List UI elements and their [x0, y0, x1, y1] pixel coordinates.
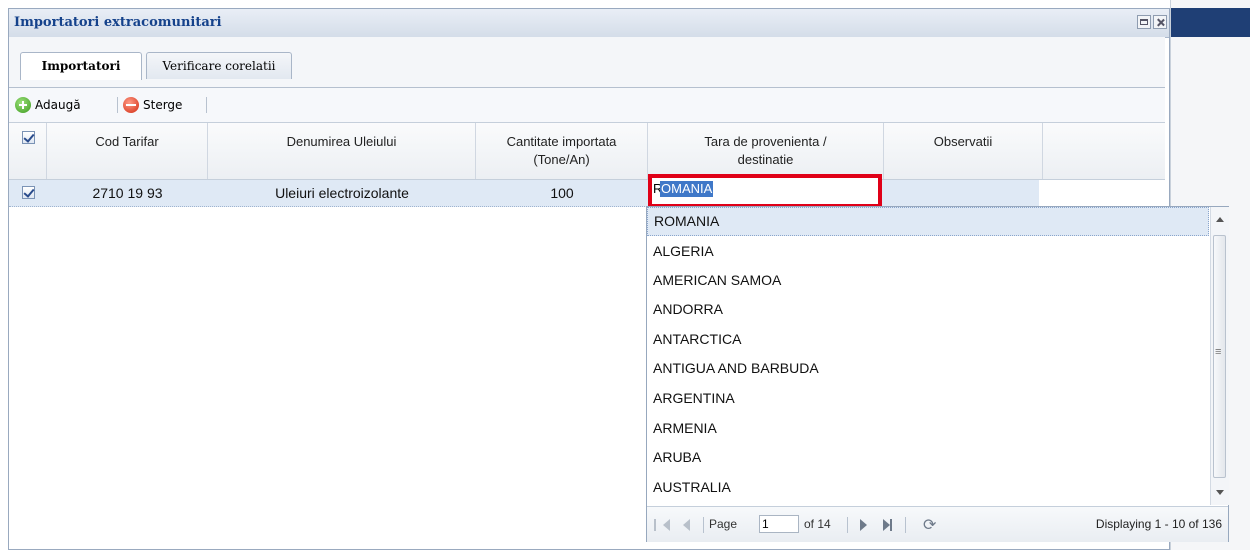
- first-page-icon[interactable]: [654, 519, 670, 531]
- pager-separator: [847, 517, 848, 533]
- delete-button-label: Sterge: [143, 98, 183, 112]
- header-select-all[interactable]: [9, 123, 47, 179]
- list-item[interactable]: ARUBA: [647, 443, 1209, 472]
- tab-strip: Importatori Verificare corelatii: [9, 37, 1165, 88]
- tab-verificare-corelatii[interactable]: Verificare corelatii: [146, 52, 292, 79]
- page-number-input[interactable]: [759, 515, 799, 533]
- last-page-icon[interactable]: [883, 519, 892, 531]
- add-icon: [15, 96, 31, 113]
- row-filler: [1039, 180, 1165, 207]
- cell-cantitate[interactable]: 100: [476, 180, 648, 206]
- list-item[interactable]: ANDORRA: [647, 295, 1209, 324]
- grid-header: Cod Tarifar Denumirea Uleiului Cantitate…: [9, 123, 1165, 180]
- pager-separator: [905, 517, 906, 533]
- cell-cod-tarifar[interactable]: 2710 19 93: [47, 180, 208, 206]
- list-item[interactable]: ARGENTINA: [647, 384, 1209, 413]
- grid-toolbar: Adaugă Sterge: [9, 88, 1165, 123]
- next-page-icon[interactable]: [860, 519, 867, 531]
- column-header-cod-tarifar[interactable]: Cod Tarifar: [47, 123, 208, 179]
- close-icon[interactable]: [1153, 15, 1167, 29]
- add-button-label: Adaugă: [35, 98, 81, 112]
- list-item[interactable]: ALGERIA: [647, 237, 1209, 266]
- list-item[interactable]: ARMENIA: [647, 414, 1209, 443]
- paging-status: Displaying 1 - 10 of 136: [1095, 517, 1222, 531]
- list-item[interactable]: ROMANIA: [647, 207, 1209, 236]
- table-row[interactable]: 2710 19 93 Uleiuri electroizolante 100: [9, 180, 1039, 207]
- list-item[interactable]: AMERICAN SAMOA: [647, 266, 1209, 295]
- country-dropdown-list: ROMANIA ALGERIA AMERICAN SAMOA ANDORRA A…: [646, 206, 1229, 542]
- maximize-icon[interactable]: [1137, 15, 1151, 29]
- delete-button[interactable]: Sterge: [123, 96, 182, 114]
- window-title: Importatori extracomunitari: [14, 15, 222, 30]
- column-header-observatii[interactable]: Observatii: [884, 123, 1043, 179]
- add-button[interactable]: Adaugă: [15, 96, 81, 114]
- pager-separator: [703, 517, 704, 533]
- page-label: Page: [709, 517, 738, 531]
- cell-observatii[interactable]: [884, 180, 1043, 206]
- window-titlebar[interactable]: Importatori extracomunitari: [9, 9, 1169, 38]
- country-combo-editor[interactable]: R OMANIA: [648, 174, 882, 208]
- page-count-label: of 14: [804, 517, 831, 531]
- column-header-cantitate[interactable]: Cantitate importata (Tone/An): [476, 123, 648, 179]
- refresh-icon[interactable]: ⟳: [923, 515, 936, 535]
- cell-denumire[interactable]: Uleiuri electroizolante: [208, 180, 476, 206]
- toolbar-separator: [206, 97, 207, 113]
- scroll-down-icon[interactable]: [1216, 490, 1224, 495]
- list-item[interactable]: AUSTRALIA: [647, 473, 1209, 502]
- list-item[interactable]: ANTARCTICA: [647, 325, 1209, 354]
- dropdown-pager: Page of 14 ⟳ Displaying 1 - 10 of 136: [647, 506, 1228, 542]
- scrollbar-thumb[interactable]: [1213, 235, 1226, 478]
- background-header-bar: [1171, 8, 1250, 37]
- editor-selected-text: OMANIA: [660, 181, 714, 197]
- toolbar-separator: [117, 97, 118, 113]
- previous-page-icon[interactable]: [683, 519, 690, 531]
- delete-icon: [123, 96, 139, 113]
- column-header-tara[interactable]: Tara de provenienta / destinatie: [648, 123, 884, 179]
- scroll-up-icon[interactable]: [1216, 217, 1224, 222]
- select-all-checkbox[interactable]: [22, 131, 35, 144]
- dropdown-scrollbar[interactable]: [1210, 207, 1229, 505]
- tab-importatori[interactable]: Importatori: [20, 52, 142, 80]
- column-header-denumire[interactable]: Denumirea Uleiului: [208, 123, 476, 179]
- list-item[interactable]: ANTIGUA AND BARBUDA: [647, 354, 1209, 383]
- row-checkbox[interactable]: [22, 186, 35, 199]
